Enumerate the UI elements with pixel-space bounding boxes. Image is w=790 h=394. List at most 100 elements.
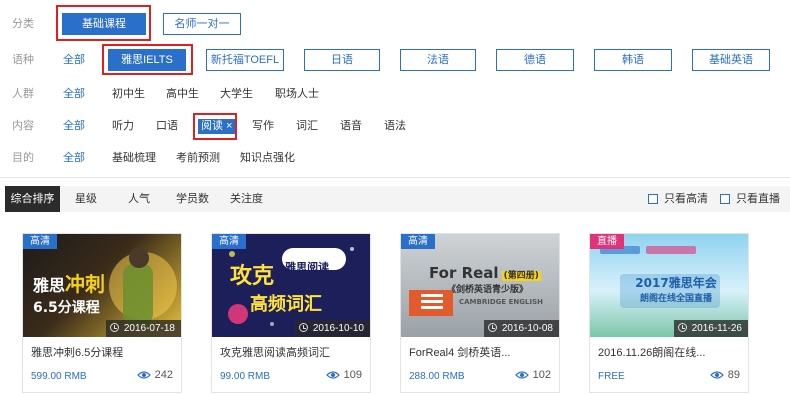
course-views: 109 [325,369,362,381]
filter-label-audience: 人群 [12,88,34,100]
language-japanese-button[interactable]: 日语 [304,49,380,71]
language-all-option[interactable]: 全部 [63,45,85,75]
filter-label-category: 分类 [12,18,34,30]
cover-text-score: 6.5分课程 [33,300,100,316]
cover-text-ielts: 雅思 [33,276,66,295]
course-card[interactable]: 攻克 雅思阅读 高频词汇 高清 2016-10-10 攻克雅思阅读高频词汇 99… [211,233,371,393]
category-one-on-one-button[interactable]: 名师一对一 [163,13,241,35]
cover-text-reading: 雅思阅读 [285,261,330,274]
purpose-prediction-option[interactable]: 考前预测 [176,143,220,173]
filter-row-audience: 人群 全部 初中生 高中生 大学生 职场人士 [0,79,790,109]
cover-text-conference: 2017雅思年会 [635,276,717,290]
sort-rating-tab[interactable]: 星级 [75,186,97,212]
live-only-checkbox[interactable] [720,194,730,204]
language-basic-english-button[interactable]: 基础英语 [692,49,770,71]
course-views-count: 89 [727,369,740,381]
course-price: 288.00 RMB [409,371,465,382]
course-title[interactable]: 雅思冲刺6.5分课程 [31,344,123,360]
filter-label-language: 语种 [12,54,34,66]
course-date-text: 2016-07-18 [123,323,175,334]
hd-only-checkbox[interactable] [648,194,658,204]
language-french-button[interactable]: 法语 [400,49,476,71]
course-title[interactable]: ForReal4 剑桥英语... [409,344,510,360]
cover-text-volume: (第四册) [501,271,541,281]
live-badge: 直播 [590,234,624,249]
course-cover-text: For Real (第四册) 《剑桥英语青少版》 CAMBRIDGE ENGLI… [429,264,557,307]
cover-text-vocab: 高频词汇 [250,294,322,315]
clock-icon [109,323,119,332]
content-writing-option[interactable]: 写作 [252,111,274,141]
hd-badge: 高清 [401,234,435,249]
course-date: 2016-10-08 [483,320,559,337]
course-cover-text: 2017雅思年会 朗阁在线全国直播 [616,274,736,304]
course-price: 99.00 RMB [220,371,271,382]
filter-label-purpose: 目的 [12,152,34,164]
filter-row-content: 内容 全部 听力 口语 阅读 × 写作 词汇 语音 语法 [0,111,790,141]
hd-only-label[interactable]: 只看高清 [664,186,708,212]
cover-text-series: 《剑桥英语青少版》 [447,285,529,295]
cover-text-forreal: For Real [429,264,499,282]
course-card[interactable]: 2017雅思年会 朗阁在线全国直播 直播 2016-11-26 2016.11.… [589,233,749,393]
course-title[interactable]: 攻克雅思阅读高频词汇 [220,344,330,360]
course-views: 242 [136,369,173,381]
audience-all-option[interactable]: 全部 [63,79,85,109]
course-date-text: 2016-11-26 [691,323,742,334]
course-views-count: 242 [154,369,173,381]
course-date-text: 2016-10-10 [312,323,364,334]
clock-icon [677,323,687,332]
course-thumbnail[interactable]: 2017雅思年会 朗阁在线全国直播 直播 2016-11-26 [590,234,748,337]
category-basic-course-button[interactable]: 基础课程 [62,13,146,35]
course-views-count: 102 [532,369,551,381]
content-speaking-option[interactable]: 口语 [156,111,178,141]
course-price: FREE [598,371,625,382]
eye-icon [325,371,340,379]
sort-attention-tab[interactable]: 关注度 [230,186,263,212]
cover-text-live: 朗阁在线全国直播 [639,294,712,304]
course-views-count: 109 [343,369,362,381]
purpose-basics-option[interactable]: 基础梳理 [112,143,156,173]
filter-row-category: 分类 基础课程 名师一对一 [0,9,790,39]
language-toefl-button[interactable]: 新托福TOEFL [206,49,284,71]
cover-text-cambridge: CAMBRIDGE ENGLISH [459,298,543,306]
content-vocabulary-option[interactable]: 词汇 [296,111,318,141]
purpose-key-points-option[interactable]: 知识点强化 [240,143,295,173]
content-grammar-option[interactable]: 语法 [384,111,406,141]
content-all-option[interactable]: 全部 [63,111,85,141]
course-cover-text: 雅思冲刺 6.5分课程 [33,268,105,317]
course-thumbnail[interactable]: 雅思冲刺 6.5分课程 高清 2016-07-18 [23,234,181,337]
clock-icon [298,323,308,332]
sort-students-tab[interactable]: 学员数 [176,186,209,212]
language-korean-button[interactable]: 韩语 [594,49,672,71]
course-views: 102 [514,369,551,381]
course-price: 599.00 RMB [31,371,87,382]
audience-junior-high-option[interactable]: 初中生 [112,79,145,109]
filter-label-content: 内容 [12,120,34,132]
cover-text-sprint: 冲刺 [65,272,106,296]
content-listening-option[interactable]: 听力 [112,111,134,141]
audience-senior-high-option[interactable]: 高中生 [166,79,199,109]
sort-comprehensive-tab[interactable]: 综合排序 [5,186,60,212]
language-german-button[interactable]: 德语 [496,49,574,71]
clock-icon [487,323,497,332]
course-card[interactable]: 雅思冲刺 6.5分课程 高清 2016-07-18 雅思冲刺6.5分课程 599… [22,233,182,393]
course-cover-text: 攻克 雅思阅读 高频词汇 [230,258,329,316]
course-thumbnail[interactable]: 攻克 雅思阅读 高频词汇 高清 2016-10-10 [212,234,370,337]
filter-row-language: 语种 全部 雅思IELTS 新托福TOEFL 日语 法语 德语 韩语 基础英语 [0,45,790,75]
hd-badge: 高清 [23,234,57,249]
sort-popularity-tab[interactable]: 人气 [128,186,150,212]
eye-icon [136,371,151,379]
course-card[interactable]: For Real (第四册) 《剑桥英语青少版》 CAMBRIDGE ENGLI… [400,233,560,393]
audience-college-option[interactable]: 大学生 [220,79,253,109]
audience-professional-option[interactable]: 职场人士 [275,79,319,109]
filter-row-purpose: 目的 全部 基础梳理 考前预测 知识点强化 [0,143,790,173]
sort-bar: 综合排序 星级 人气 学员数 关注度 只看高清 只看直播 [5,186,790,212]
purpose-all-option[interactable]: 全部 [63,143,85,173]
live-only-label[interactable]: 只看直播 [736,186,780,212]
eye-icon [709,371,724,379]
cover-text-conquer: 攻克 [230,264,275,289]
content-reading-chip[interactable]: 阅读 × [198,119,236,134]
language-ielts-button[interactable]: 雅思IELTS [108,49,186,71]
content-pronunciation-option[interactable]: 语音 [340,111,362,141]
course-thumbnail[interactable]: For Real (第四册) 《剑桥英语青少版》 CAMBRIDGE ENGLI… [401,234,559,337]
course-title[interactable]: 2016.11.26朗阁在线... [598,344,705,360]
